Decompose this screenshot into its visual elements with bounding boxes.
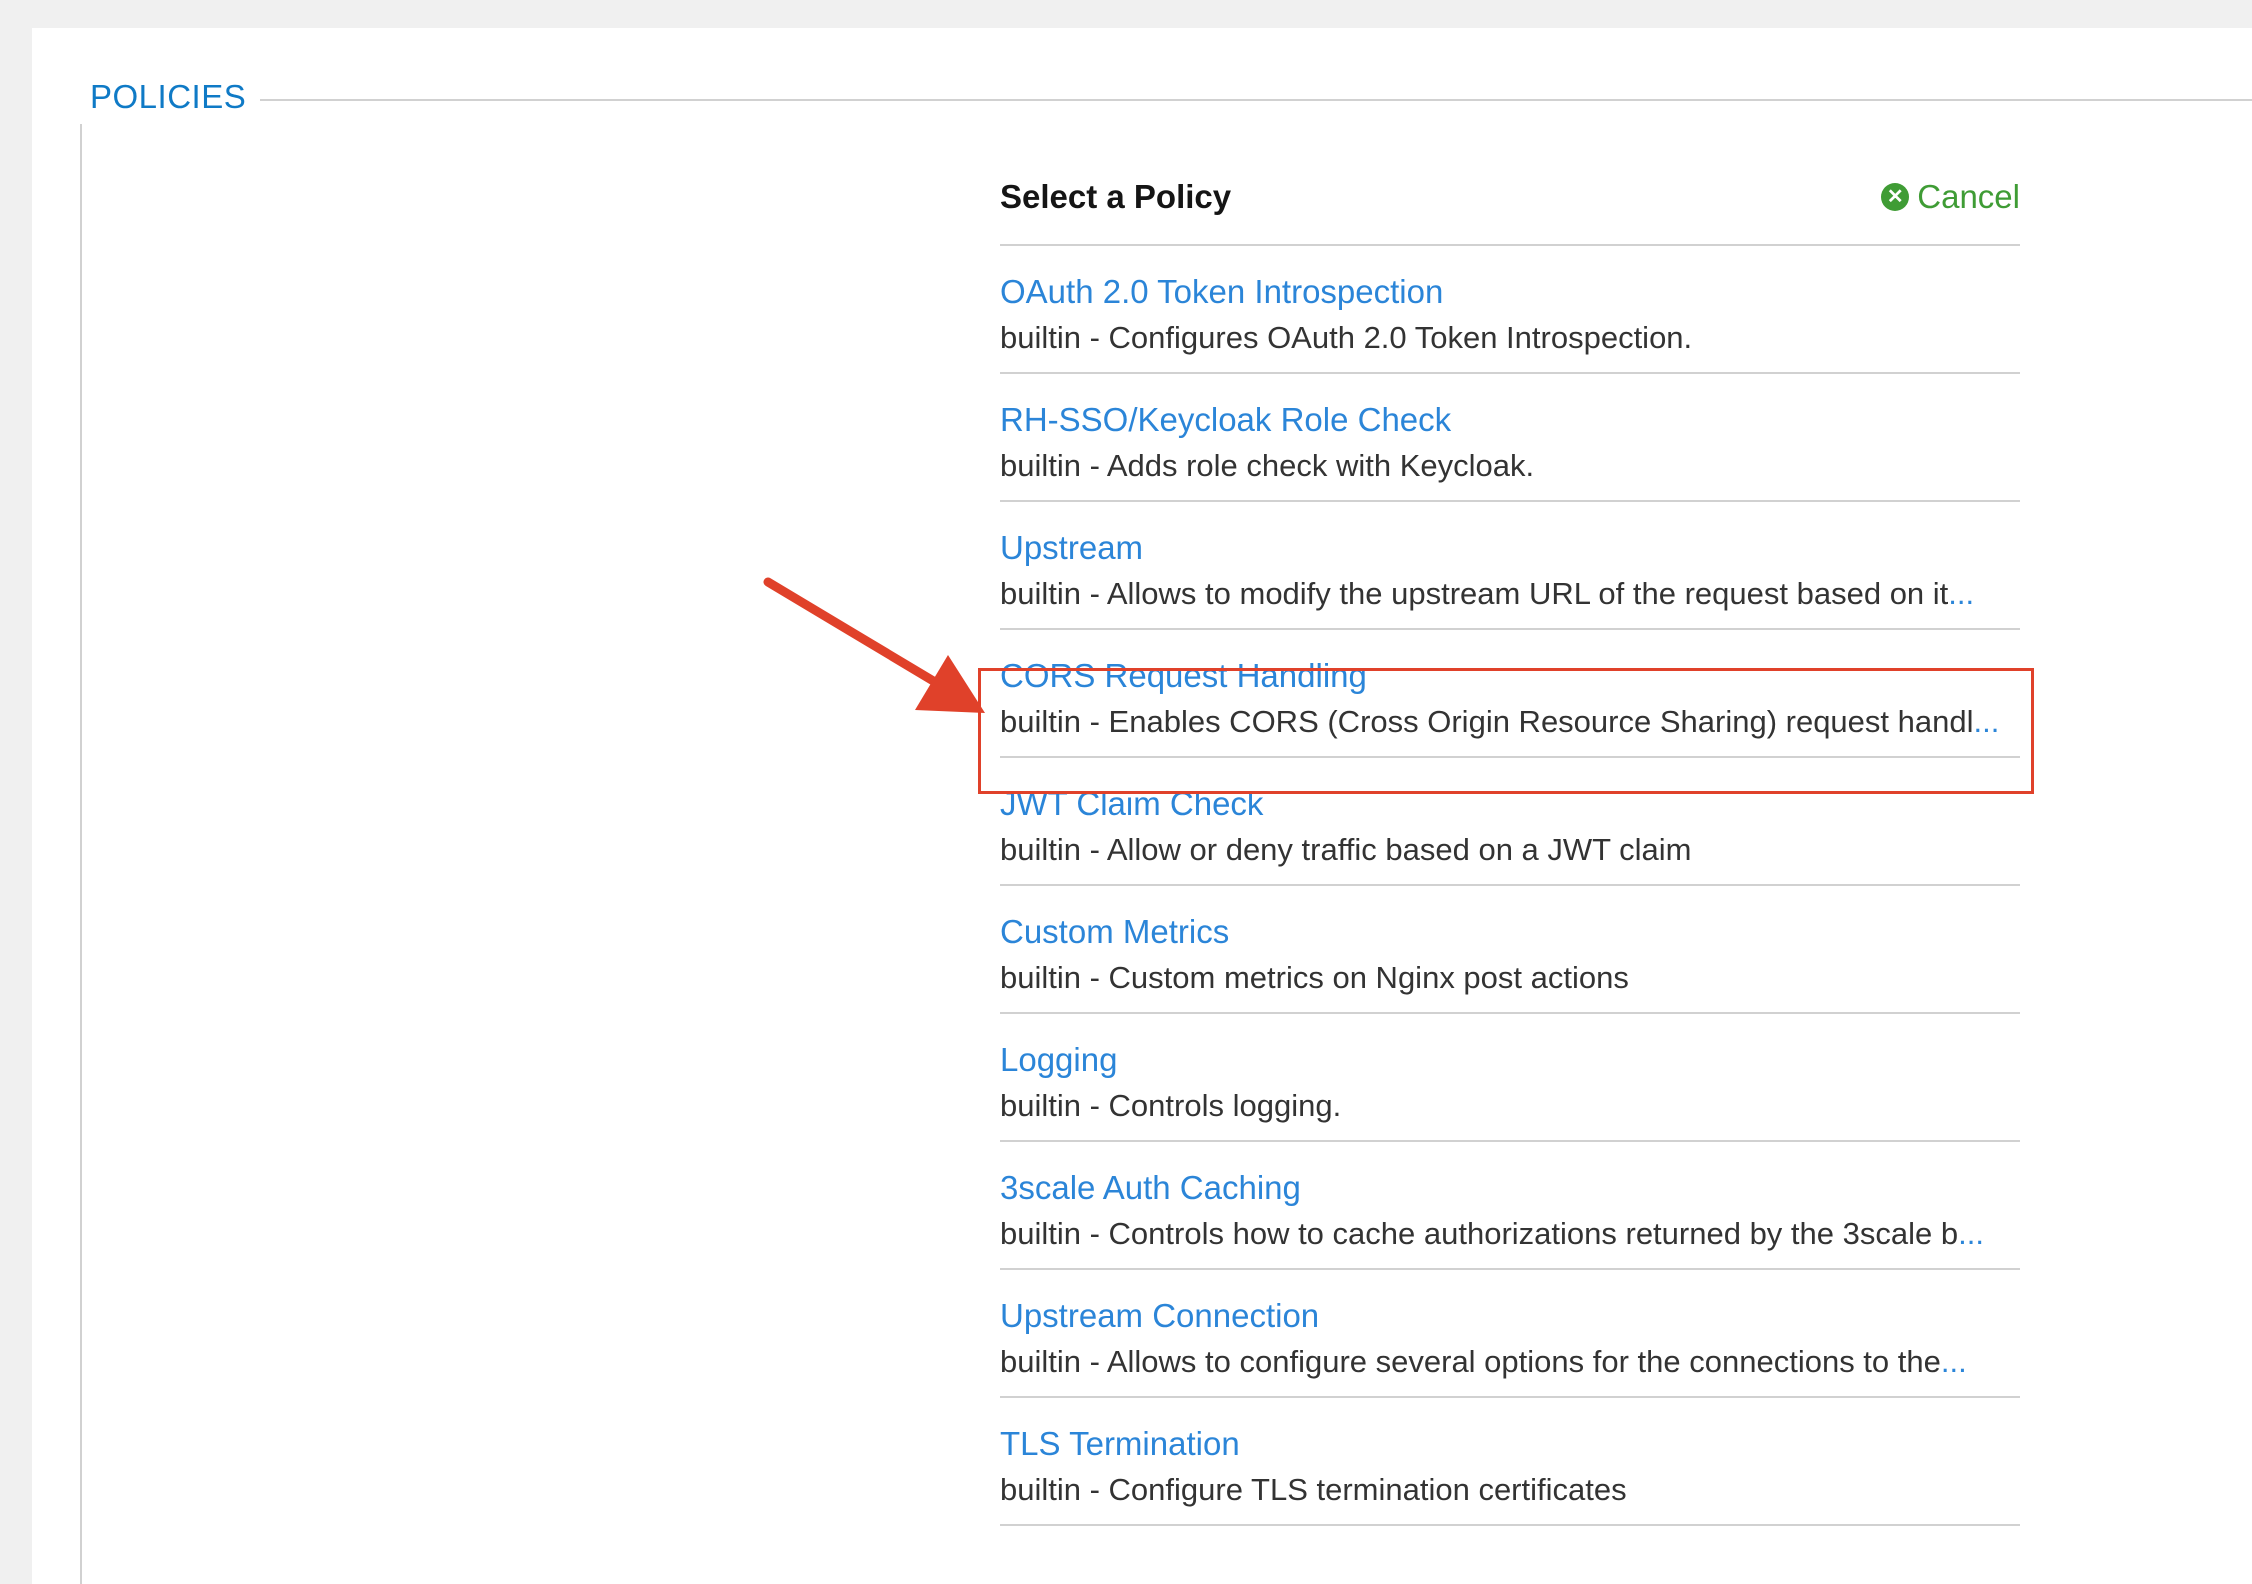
policy-name-link[interactable]: Upstream — [1000, 528, 2020, 568]
policy-description: builtin - Controls how to cache authoriz… — [1000, 1212, 2020, 1256]
panel-header: Select a Policy ✕ Cancel — [1000, 170, 2020, 246]
policy-name-link[interactable]: TLS Termination — [1000, 1424, 2020, 1464]
panel-title: Select a Policy — [1000, 178, 1232, 215]
policy-name-link[interactable]: OAuth 2.0 Token Introspection — [1000, 272, 2020, 312]
policy-description-text: builtin - Allows to modify the upstream … — [1000, 576, 1949, 611]
policies-legend: POLICIES — [90, 78, 247, 115]
policy-description-text: builtin - Custom metrics on Nginx post a… — [1000, 960, 1629, 995]
policy-description: builtin - Allow or deny traffic based on… — [1000, 828, 2020, 872]
policy-name-link[interactable]: Upstream Connection — [1000, 1296, 2020, 1336]
truncation-ellipsis: ... — [1940, 1344, 1967, 1379]
policy-name-link[interactable]: Custom Metrics — [1000, 912, 2020, 952]
close-circle-icon: ✕ — [1881, 183, 1910, 211]
policy-list-item[interactable]: 3scale Auth Caching builtin - Controls ho… — [1000, 1142, 2020, 1270]
cancel-button[interactable]: ✕ Cancel — [1881, 178, 2020, 216]
cancel-label: Cancel — [1917, 178, 2020, 215]
policy-list: OAuth 2.0 Token Introspection builtin - C… — [1000, 246, 2020, 1526]
policy-name-link[interactable]: RH-SSO/Keycloak Role Check — [1000, 400, 2020, 440]
policy-description-text: builtin - Controls logging. — [1000, 1088, 1342, 1123]
policy-list-item[interactable]: Custom Metrics builtin - Custom metrics o… — [1000, 886, 2020, 1014]
policy-name-link[interactable]: Logging — [1000, 1040, 2020, 1080]
fieldset-divider — [260, 99, 2252, 101]
policy-list-item[interactable]: Logging builtin - Controls logging. — [1000, 1014, 2020, 1142]
policy-description-text: builtin - Configures OAuth 2.0 Token Int… — [1000, 320, 1693, 355]
policy-description: builtin - Allows to modify the upstream … — [1000, 572, 2020, 616]
policy-description: builtin - Custom metrics on Nginx post a… — [1000, 956, 2020, 1000]
policy-description-text: builtin - Controls how to cache authoriz… — [1000, 1216, 1959, 1251]
policy-description-text: builtin - Allows to configure several op… — [1000, 1344, 1941, 1379]
select-policy-panel: Select a Policy ✕ Cancel OAuth 2.0 Token… — [1000, 170, 2020, 1526]
policy-description-text: builtin - Adds role check with Keycloak. — [1000, 448, 1535, 483]
truncation-ellipsis: ... — [1958, 1216, 1984, 1251]
policy-description: builtin - Allows to configure several op… — [1000, 1340, 2020, 1384]
policy-description-text: builtin - Allow or deny traffic based on… — [1000, 832, 1692, 867]
policy-list-item[interactable]: RH-SSO/Keycloak Role Check builtin - Adds… — [1000, 374, 2020, 502]
highlight-annotation-box — [978, 668, 2034, 794]
policy-description: builtin - Controls logging. — [1000, 1084, 2020, 1128]
policy-description: builtin - Adds role check with Keycloak. — [1000, 444, 2020, 488]
annotation-arrow-icon — [763, 577, 985, 713]
fieldset-border — [80, 124, 82, 1584]
policy-description: builtin - Configures OAuth 2.0 Token Int… — [1000, 316, 2020, 360]
policy-description: builtin - Configure TLS termination cert… — [1000, 1468, 2020, 1512]
policy-list-item[interactable]: OAuth 2.0 Token Introspection builtin - C… — [1000, 246, 2020, 374]
policy-list-item[interactable]: Upstream builtin - Allows to modify the u… — [1000, 502, 2020, 630]
policy-list-item[interactable]: TLS Termination builtin - Configure TLS t… — [1000, 1398, 2020, 1526]
policy-description-text: builtin - Configure TLS termination cert… — [1000, 1472, 1627, 1507]
policy-name-link[interactable]: 3scale Auth Caching — [1000, 1168, 2020, 1208]
policy-list-item[interactable]: Upstream Connection builtin - Allows to c… — [1000, 1270, 2020, 1398]
truncation-ellipsis: ... — [1948, 576, 1975, 611]
